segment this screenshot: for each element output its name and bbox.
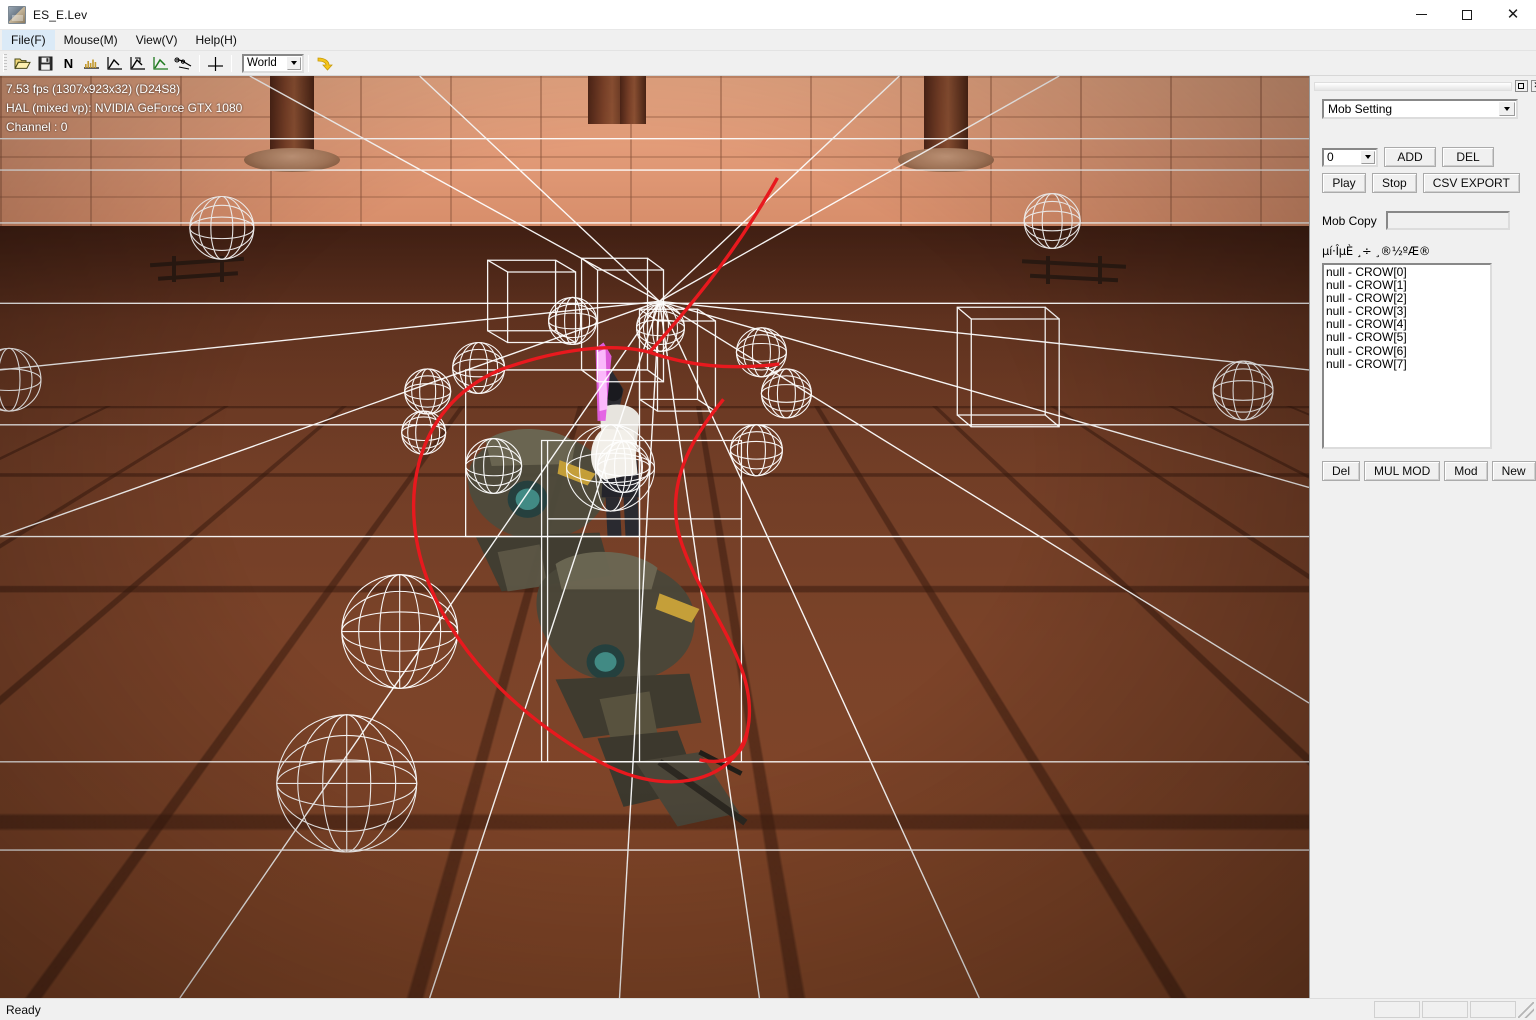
close-button[interactable]: ✕ <box>1490 0 1536 30</box>
csv-export-button[interactable]: CSV EXPORT <box>1422 173 1520 193</box>
wireframe-overlay <box>0 76 1309 998</box>
toolbar-separator-2 <box>231 54 232 72</box>
coord-space-combo[interactable]: World <box>242 53 304 73</box>
mode-select-dropdown-arrow[interactable] <box>1499 102 1515 116</box>
del-button[interactable]: DEL <box>1442 147 1494 167</box>
play-button[interactable]: Play <box>1322 173 1366 193</box>
crosshair-icon[interactable] <box>204 52 227 74</box>
playback-row: Play Stop CSV EXPORT <box>1322 173 1536 193</box>
title-bar: ES_E.Lev ✕ <box>0 0 1536 30</box>
maximize-button[interactable] <box>1444 0 1490 30</box>
mob-del-button[interactable]: Del <box>1322 461 1361 481</box>
status-pane-1 <box>1374 1001 1420 1018</box>
panel-drag-grip[interactable] <box>1314 81 1512 91</box>
mob-actions-row: Del MUL MOD Mod New <box>1322 461 1536 481</box>
status-bar: Ready <box>0 998 1536 1020</box>
list-item[interactable]: null - CROW[7] <box>1326 357 1490 371</box>
menu-bar: File(F) Mouse(M) View(V) Help(H) <box>0 30 1536 51</box>
minimize-button[interactable] <box>1398 0 1444 30</box>
3d-viewport[interactable]: 7.53 fps (1307x923x32) (D24S8) HAL (mixe… <box>0 76 1310 998</box>
line-curve-icon[interactable] <box>126 52 149 74</box>
mob-list-label: µí·ÎµÈ ¸÷ ¸®½ºÆ® <box>1322 244 1431 258</box>
menu-item-view[interactable]: View(V) <box>127 30 187 50</box>
normal-n-icon[interactable]: N <box>57 52 80 74</box>
line-green-icon[interactable] <box>149 52 172 74</box>
mode-select-value: Mob Setting <box>1328 102 1393 116</box>
viewport-scene <box>0 76 1309 998</box>
status-message: Ready <box>6 1002 41 1017</box>
mode-select[interactable]: Mob Setting <box>1322 99 1518 119</box>
panel-caption-bar: ✕ <box>1314 79 1536 93</box>
menu-item-file[interactable]: File(F) <box>2 30 55 50</box>
toolbar-separator-3 <box>308 54 309 72</box>
new-button[interactable]: New <box>1491 461 1536 481</box>
status-pane-2 <box>1422 1001 1468 1018</box>
add-button[interactable]: ADD <box>1384 147 1436 167</box>
resize-grip-icon[interactable] <box>1518 1001 1534 1018</box>
panel-content: Mob Setting 0 ADD DEL Play Stop CSV EXPO… <box>1310 93 1536 481</box>
index-select[interactable]: 0 <box>1322 147 1378 167</box>
list-item[interactable]: null - CROW[5] <box>1326 331 1490 344</box>
coord-space-value: World <box>247 57 277 69</box>
save-icon[interactable] <box>34 52 57 74</box>
coord-space-dropdown-arrow[interactable] <box>287 56 301 70</box>
index-select-value: 0 <box>1327 150 1334 164</box>
toolbar-grip[interactable] <box>3 54 7 72</box>
mob-copy-row: Mob Copy <box>1322 211 1536 230</box>
main-body: 7.53 fps (1307x923x32) (D24S8) HAL (mixe… <box>0 76 1536 998</box>
mob-listbox[interactable]: null - CROW[0] null - CROW[1] null - CRO… <box>1322 263 1492 449</box>
mob-setting-panel: ✕ Mob Setting 0 ADD DEL Play <box>1310 76 1536 998</box>
toolbar-separator-1 <box>199 54 200 72</box>
main-toolbar: N World <box>0 51 1536 76</box>
application-window: ES_E.Lev ✕ File(F) Mouse(M) View(V) Help… <box>0 0 1536 1020</box>
status-pane-3 <box>1470 1001 1516 1018</box>
index-action-row: 0 ADD DEL <box>1322 147 1536 167</box>
open-icon[interactable] <box>11 52 34 74</box>
panel-close-icon[interactable]: ✕ <box>1530 80 1536 92</box>
line-up-icon[interactable] <box>103 52 126 74</box>
mod-button[interactable]: Mod <box>1444 461 1488 481</box>
svg-text:N: N <box>64 56 73 71</box>
list-item[interactable]: null - CROW[6] <box>1326 344 1490 358</box>
menu-item-mouse[interactable]: Mouse(M) <box>55 30 127 50</box>
mob-copy-label: Mob Copy <box>1322 213 1377 228</box>
panel-restore-icon[interactable] <box>1514 80 1528 92</box>
stop-button[interactable]: Stop <box>1372 173 1417 193</box>
spline-icon[interactable] <box>172 52 195 74</box>
app-icon <box>8 5 26 24</box>
window-title: ES_E.Lev <box>33 7 88 22</box>
mul-mod-button[interactable]: MUL MOD <box>1364 461 1441 481</box>
index-select-dropdown-arrow[interactable] <box>1361 150 1375 164</box>
mob-copy-input[interactable] <box>1385 211 1510 230</box>
menu-item-help[interactable]: Help(H) <box>186 30 245 50</box>
play-arrow-icon[interactable] <box>313 52 336 74</box>
bar-graph-icon[interactable] <box>80 52 103 74</box>
